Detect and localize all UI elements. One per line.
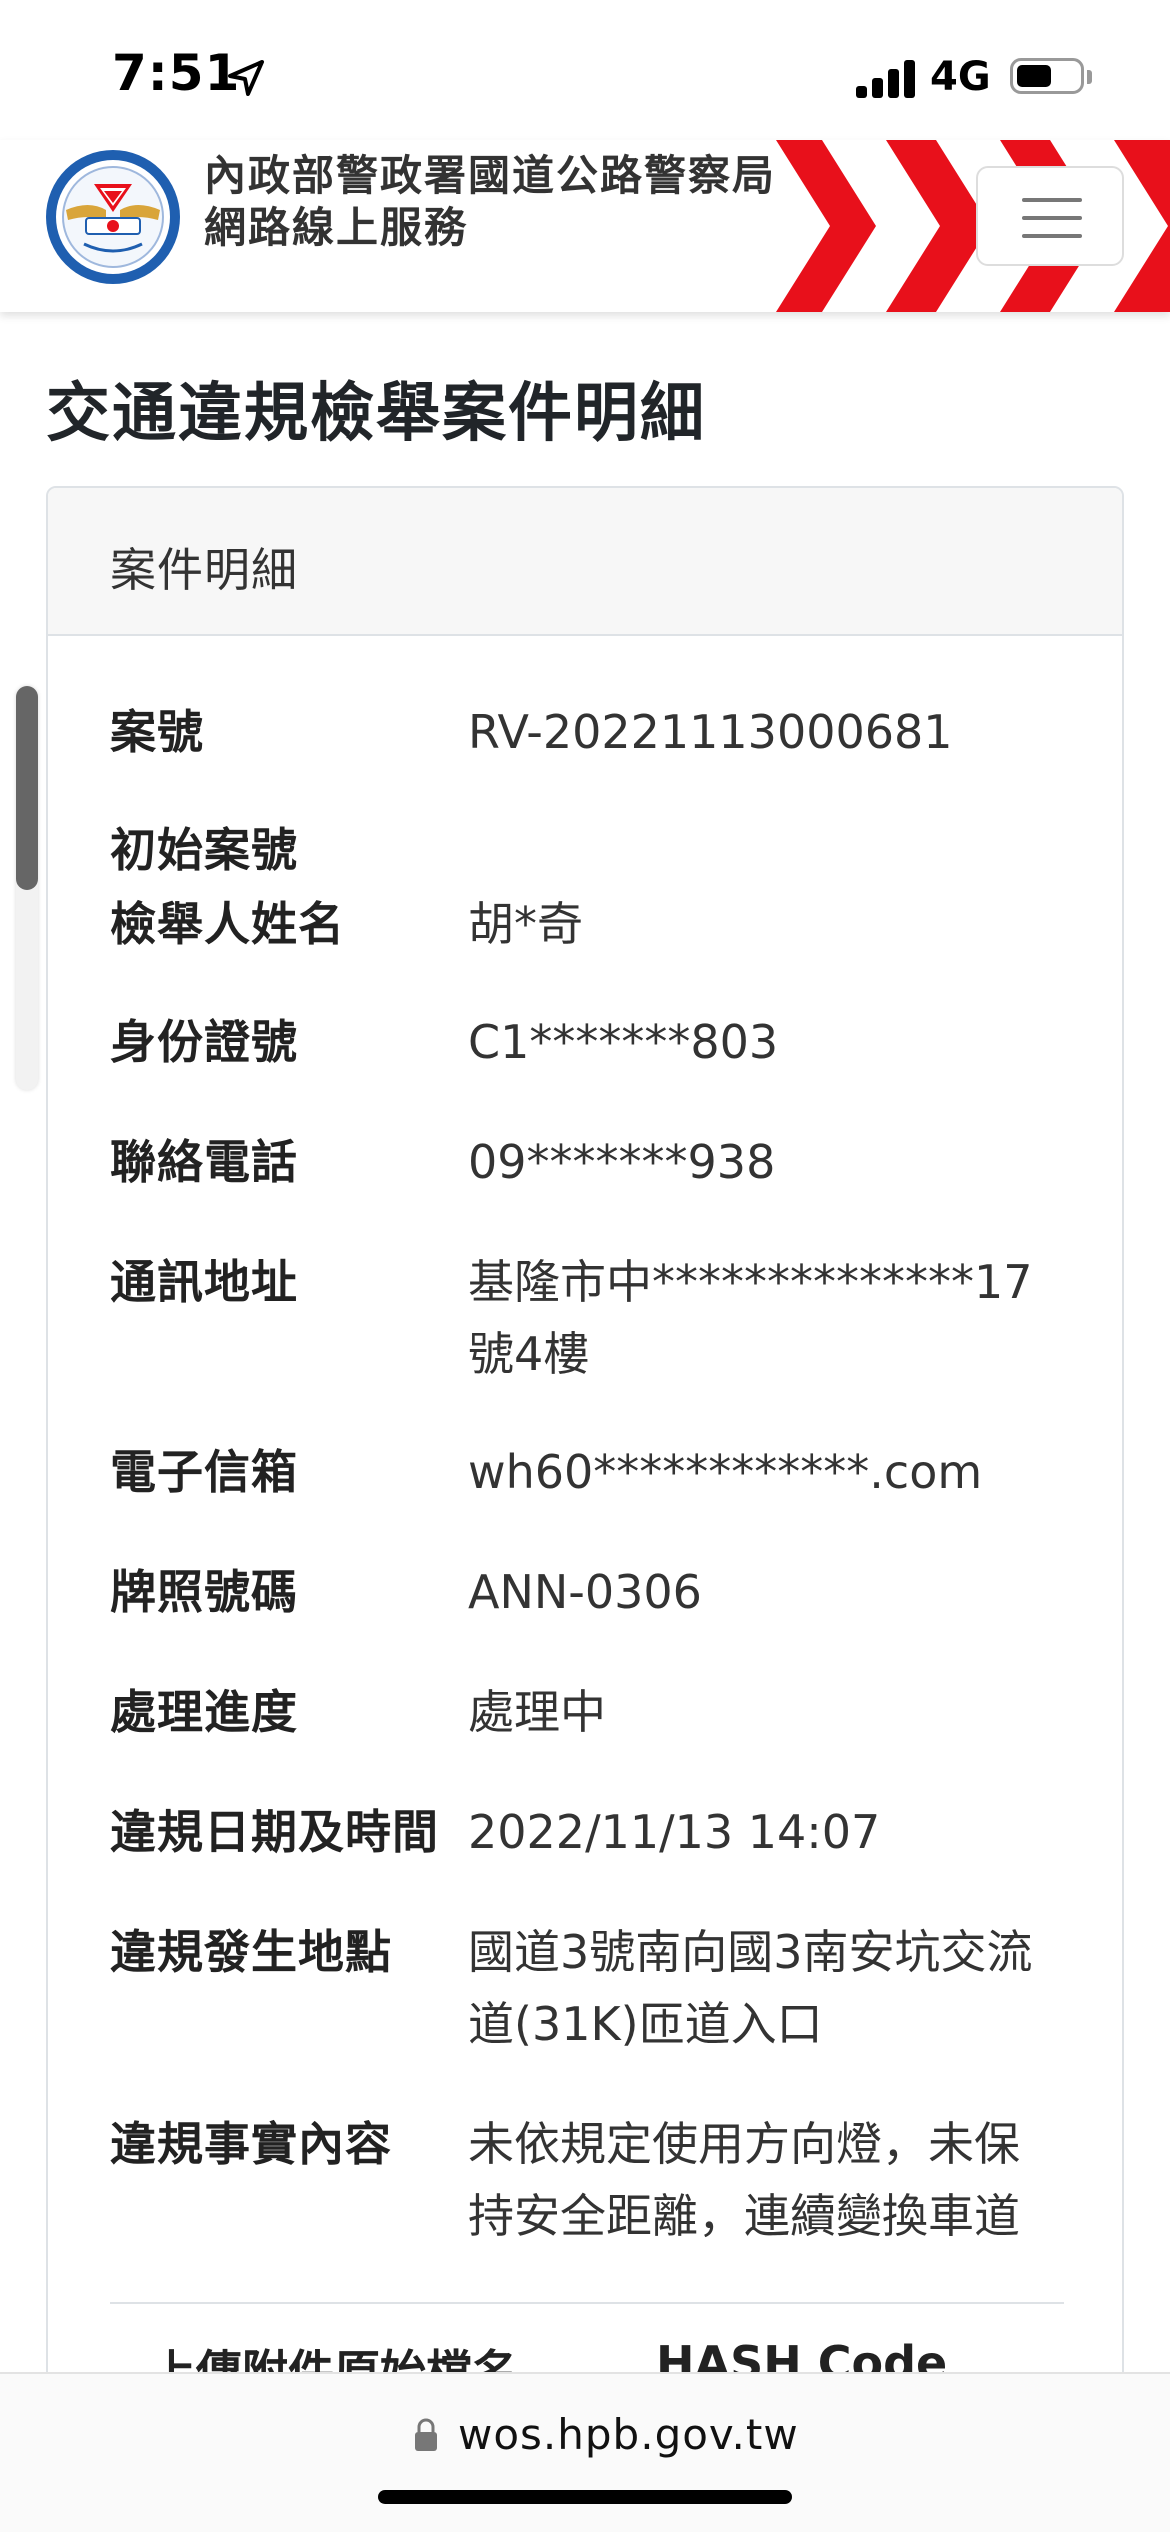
field-label: 違規日期及時間 — [110, 1805, 439, 1859]
field-value: C1*******803 — [468, 1015, 779, 1069]
field-value: 處理中 — [468, 1685, 606, 1739]
field-label: 初始案號 — [110, 823, 298, 877]
battery-level — [1017, 65, 1051, 87]
cellular-signal-icon — [856, 58, 916, 98]
field-value: 國道3號南向國3南安坑交流道(31K)匝道入口 — [468, 1925, 1033, 2051]
section-divider — [110, 2302, 1064, 2304]
scrollbar[interactable] — [16, 686, 38, 1090]
site-header: 內政部警政署國道公路警察局 網路線上服務 — [0, 140, 1170, 312]
field-value: 基隆市中**************17號4樓 — [468, 1255, 1033, 1381]
field-value: 09*******938 — [468, 1135, 776, 1189]
field-label: 違規發生地點 — [110, 1925, 392, 1979]
status-bar: 7:51 4G — [0, 0, 1170, 140]
field-value: 胡*奇 — [468, 897, 583, 951]
home-indicator[interactable] — [378, 2490, 792, 2504]
url-text[interactable]: wos.hpb.gov.tw — [458, 2410, 799, 2459]
field-label: 案號 — [110, 705, 204, 759]
location-arrow-icon — [228, 60, 264, 96]
field-value: wh60************.com — [468, 1445, 983, 1499]
lock-icon — [415, 2418, 437, 2451]
field-label: 檢舉人姓名 — [110, 897, 345, 951]
field-value: RV-20221113000681 — [468, 705, 953, 759]
case-detail-card: 案件明細 案號 RV-20221113000681 初始案號 檢舉人姓名 胡*奇… — [46, 486, 1124, 2532]
status-time: 7:51 — [112, 44, 241, 102]
scrollbar-thumb[interactable] — [16, 686, 38, 890]
network-type: 4G — [930, 54, 991, 100]
page-title: 交通違規檢舉案件明細 — [46, 377, 706, 451]
field-label: 電子信箱 — [110, 1445, 298, 1499]
service-name: 網路線上服務 — [204, 203, 469, 252]
battery-icon — [1010, 58, 1084, 94]
police-emblem-logo — [46, 150, 180, 284]
card-header: 案件明細 — [48, 488, 1122, 636]
menu-toggle-button[interactable] — [976, 166, 1124, 266]
agency-name: 內政部警政署國道公路警察局 — [204, 151, 777, 200]
field-label: 違規事實內容 — [110, 2117, 392, 2171]
field-label: 處理進度 — [110, 1685, 298, 1739]
field-value: 未依規定使用方向燈，未保持安全距離，連續變換車道 — [468, 2117, 1020, 2243]
field-value: 2022/11/13 14:07 — [468, 1805, 881, 1859]
field-label: 聯絡電話 — [110, 1135, 298, 1189]
battery-tip — [1087, 70, 1092, 84]
field-value: ANN-0306 — [468, 1565, 702, 1619]
browser-url-bar[interactable]: wos.hpb.gov.tw — [0, 2372, 1170, 2532]
field-label: 牌照號碼 — [110, 1565, 298, 1619]
card-header-title: 案件明細 — [110, 543, 298, 597]
hamburger-icon — [1022, 198, 1082, 202]
field-label: 通訊地址 — [110, 1255, 298, 1309]
field-label: 身份證號 — [110, 1015, 298, 1069]
